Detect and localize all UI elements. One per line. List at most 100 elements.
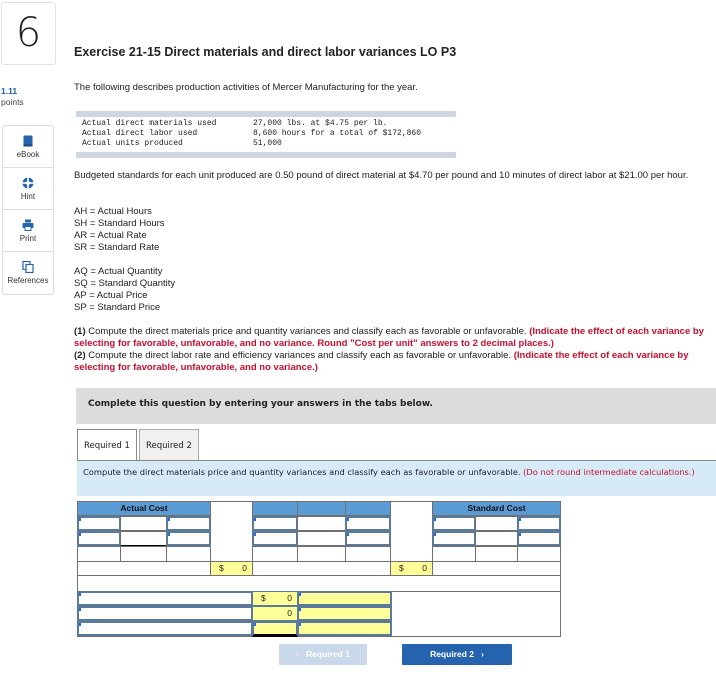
middle-header-3 <box>345 501 391 516</box>
total-value: 0 <box>242 563 247 573</box>
chevron-right-icon: › <box>474 649 484 659</box>
middle-quantity-input-2[interactable] <box>252 531 298 546</box>
budget-standards-text: Budgeted standards for each unit produce… <box>74 170 689 181</box>
middle-header-1 <box>252 501 298 516</box>
table-row: Actual units produced 51,000 <box>82 139 421 149</box>
instruction-number: (1) <box>74 326 86 337</box>
actual-price-input[interactable] <box>166 516 211 531</box>
middle-price-input-2[interactable] <box>345 531 391 546</box>
middle-quantity-input[interactable] <box>252 516 298 531</box>
operator-cell <box>475 516 518 531</box>
standard-price-input-2[interactable] <box>517 531 561 546</box>
table-row: Actual direct labor used 8,600 hours for … <box>82 129 421 139</box>
variance-answer-grid: Actual Cost Standard Cost $ 0 $ 0 $ 0 0 <box>77 501 561 639</box>
variance-amount-2: 0 <box>252 606 298 621</box>
points-value: 1.11 <box>1 86 18 96</box>
description-text: Compute the direct materials price and q… <box>83 467 524 477</box>
divider <box>76 111 456 117</box>
chevron-left-icon: ‹ <box>296 649 306 659</box>
definition: AH = Actual Hours <box>74 206 152 217</box>
actual-label: Actual units produced <box>82 139 183 148</box>
operator-cell <box>120 516 167 531</box>
definition: SR = Standard Rate <box>74 242 160 253</box>
lifebuoy-icon <box>22 177 34 188</box>
actual-value: 8,600 hours for a total of $172,860 <box>253 129 422 138</box>
tab-required-2[interactable]: Required 2 <box>138 429 199 461</box>
sidebar-label: eBook <box>16 149 40 159</box>
sidebar-item-ebook[interactable]: eBook <box>3 126 53 168</box>
instruction-number: (2) <box>74 350 86 361</box>
actual-quantity-input-2[interactable] <box>77 531 121 546</box>
points: 1.11 points <box>1 86 24 108</box>
copy-documents-icon <box>22 261 34 273</box>
operator-cell <box>475 531 518 546</box>
empty-cell <box>77 546 121 562</box>
standard-quantity-input-2[interactable] <box>432 531 476 546</box>
actual-value: 27,000 lbs. at $4.75 per lb. <box>253 119 388 128</box>
middle-total-label <box>252 561 391 576</box>
variance-label-input-3[interactable] <box>77 621 253 636</box>
empty-cell <box>345 546 391 562</box>
variance-classification-select[interactable] <box>297 591 392 606</box>
actual-price-input-2[interactable] <box>166 531 211 546</box>
standard-quantity-input[interactable] <box>432 516 476 531</box>
table-row: Actual direct materials used 27,000 lbs. … <box>82 119 421 129</box>
currency-symbol: $ <box>399 563 404 573</box>
actual-total-label <box>77 561 211 576</box>
resource-sidebar: eBook Hint Print References <box>2 125 54 295</box>
definition: SQ = Standard Quantity <box>74 278 176 289</box>
variance-label-input-2[interactable] <box>77 606 253 621</box>
definition: AQ = Actual Quantity <box>74 266 163 277</box>
required-description: Compute the direct materials price and q… <box>77 461 716 496</box>
prev-label: Required 1 <box>305 649 350 659</box>
actual-label: Actual direct materials used <box>82 119 217 128</box>
variance-classification-select-3[interactable] <box>297 621 392 636</box>
variance-amount: $ 0 <box>252 591 298 606</box>
total-variance-input[interactable] <box>252 621 298 637</box>
empty-cell <box>297 546 346 562</box>
question-number: 6 <box>1 2 56 65</box>
required-tabs: Required 1 Required 2 <box>77 429 201 462</box>
empty-cell <box>252 546 298 562</box>
variance-classification-select-2[interactable] <box>297 606 392 621</box>
spacer-column <box>210 501 253 562</box>
points-label: points <box>1 97 24 107</box>
instruction-text: Compute the direct labor rate and effici… <box>85 350 514 361</box>
operator-cell <box>120 531 167 547</box>
next-required-button[interactable]: Required 2 › <box>402 644 512 665</box>
sidebar-item-hint[interactable]: Hint <box>3 168 53 210</box>
variance-value: 0 <box>287 608 292 618</box>
empty-cell <box>166 546 211 562</box>
tab-required-1[interactable]: Required 1 <box>77 429 137 462</box>
book-icon <box>23 135 33 146</box>
standard-price-input[interactable] <box>517 516 561 531</box>
empty-cell <box>517 546 561 562</box>
middle-price-input[interactable] <box>345 516 391 531</box>
variance-label-input[interactable] <box>77 591 253 606</box>
intro-text: The following describes production activ… <box>74 82 418 93</box>
complete-question-banner: Complete this question by entering your … <box>76 388 716 424</box>
empty-cell <box>432 546 476 562</box>
next-label: Required 2 <box>430 649 474 659</box>
total-value: 0 <box>422 563 427 573</box>
currency-symbol: $ <box>261 593 266 603</box>
empty-cell <box>475 546 518 562</box>
standard-total-label <box>432 561 561 576</box>
description-note: (Do not round intermediate calculations.… <box>523 467 695 477</box>
sidebar-item-references[interactable]: References <box>3 252 53 294</box>
sidebar-label: Print <box>19 233 37 243</box>
instructions: (1) Compute the direct materials price a… <box>74 326 704 374</box>
previous-required-button[interactable]: ‹ Required 1 <box>279 644 367 665</box>
printer-icon <box>22 219 34 231</box>
actual-quantity-input[interactable] <box>77 516 121 531</box>
sidebar-item-print[interactable]: Print <box>3 210 53 252</box>
empty-cell <box>120 546 167 562</box>
definition: SH = Standard Hours <box>74 218 165 229</box>
instruction-1: (1) Compute the direct materials price a… <box>74 326 704 350</box>
spacer-row <box>77 575 561 592</box>
definition: AP = Actual Price <box>74 290 148 301</box>
definition: SP = Standard Price <box>74 302 161 313</box>
instruction-text: Compute the direct materials price and q… <box>85 326 530 337</box>
operator-cell <box>297 516 346 531</box>
middle-header-2 <box>297 501 346 516</box>
